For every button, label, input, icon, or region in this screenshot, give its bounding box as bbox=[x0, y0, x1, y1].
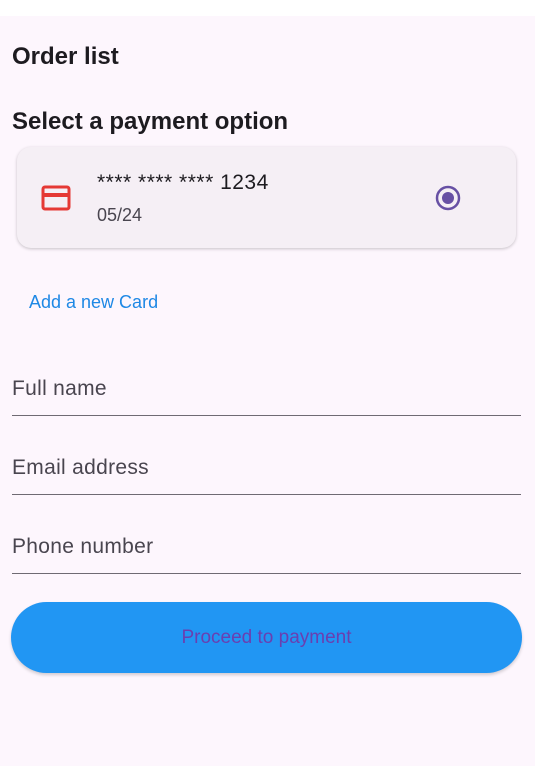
checkout-screen: Order list Select a payment option **** … bbox=[0, 16, 535, 766]
email-field bbox=[12, 438, 521, 495]
card-radio-button[interactable] bbox=[435, 185, 461, 211]
credit-card-icon bbox=[41, 185, 71, 211]
email-input[interactable] bbox=[12, 438, 521, 494]
full-name-field bbox=[12, 359, 521, 416]
phone-input[interactable] bbox=[12, 517, 521, 573]
page-title: Order list bbox=[12, 43, 119, 70]
payment-card-option[interactable]: **** **** **** 1234 05/24 bbox=[17, 147, 516, 248]
payment-section-title: Select a payment option bbox=[12, 108, 289, 135]
phone-field bbox=[12, 517, 521, 574]
card-expiry: 05/24 bbox=[97, 205, 143, 225]
add-new-card-link[interactable]: Add a new Card bbox=[29, 292, 158, 313]
proceed-to-payment-button[interactable]: Proceed to payment bbox=[11, 602, 522, 673]
full-name-input[interactable] bbox=[12, 359, 521, 415]
card-number: **** **** **** 1234 bbox=[97, 171, 269, 194]
